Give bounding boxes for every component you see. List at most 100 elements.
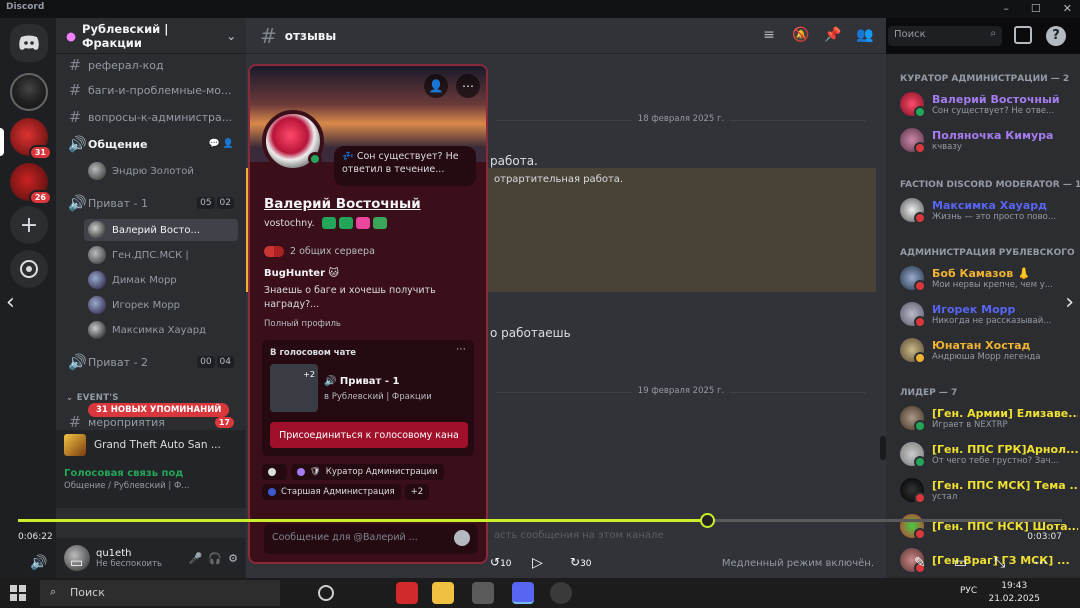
gear-icon[interactable]: ⚙ [228,552,238,565]
inbox-icon[interactable] [1014,26,1032,44]
member-item[interactable]: [Ген.Враг] ГЗ МСК] ... [900,544,1078,576]
channel-referral[interactable]: # реферал-код [62,54,240,76]
clock[interactable]: 19:43 21.02.2025 [988,580,1040,605]
taskbar-search[interactable]: ⌕ Поиск [40,580,280,606]
voice-location[interactable]: Общение / Рублевский | Ф... [64,481,238,491]
avatar [900,266,926,292]
more-options-icon[interactable]: ⋯ [456,74,480,98]
join-voice-button[interactable]: Присоединиться к голосовому кана [270,422,468,448]
voice-connection-panel: Голосовая связь под Общение / Рублевский… [56,460,246,508]
badge-icon[interactable] [373,217,387,229]
video-timeline[interactable] [18,513,1062,528]
timeline-thumb[interactable] [700,513,716,528]
voice-user[interactable]: Игорек Морр [84,294,238,316]
voice-user[interactable]: Эндрю Золотой [84,160,238,182]
server-icon-1[interactable] [10,73,48,111]
minimize-icon[interactable]: – [1003,2,1009,15]
yandex-browser-icon[interactable] [396,582,418,604]
member-item[interactable]: Юнатан Хостад Андрюша Морр легенда [900,334,1078,366]
member-item[interactable]: [Ген. ППС МСК] Тема ... устал [900,474,1078,506]
notifications-muted-icon[interactable]: 🔕 [792,26,810,44]
subtitles-icon[interactable]: ▭ [70,555,83,571]
voice-channel-private2[interactable]: 🔊 Приват - 2 00 04 [62,351,240,373]
voice-user[interactable]: Максимка Хауард [84,319,238,341]
clock-date: 21.02.2025 [988,593,1040,604]
badge-icon[interactable] [339,217,353,229]
status-emoji-icon: 💤 [342,151,357,162]
close-icon[interactable]: ✕ [1063,2,1072,15]
member-item[interactable]: Боб Камазов 👃 Мои нервы крепче, чем у... [900,262,1078,294]
member-item[interactable]: [Ген. ППС ГРК]Арнол... От чего тебе груст… [900,438,1078,470]
add-server-button[interactable]: + [10,206,48,244]
app-taskbar-icon[interactable] [550,582,572,604]
server-icon-3[interactable]: 26 [10,163,52,205]
file-explorer-icon[interactable] [432,582,454,604]
timeline-progress [18,519,708,522]
guild-header[interactable]: ● Рублевский | Фракции ⌄ [56,18,246,54]
chevron-right-icon[interactable]: › [1065,290,1074,315]
member-category: ЛИДЕР — 7 [900,388,958,398]
member-item[interactable]: Игорек Морр Никогда не рассказывай... [900,298,1078,330]
task-view-icon[interactable] [318,585,334,601]
skip-forward-button[interactable]: ↻30 [570,555,592,569]
hash-icon: # [68,108,82,126]
member-item[interactable]: [Ген. Армии] Елизаве... Играет в NEXTRP [900,402,1078,434]
threads-icon[interactable]: ≡ [760,26,778,44]
headphones-icon[interactable]: 🎧 [208,552,222,565]
home-button[interactable] [10,24,48,62]
chevron-left-icon[interactable]: ‹ [6,290,15,315]
mute-icon[interactable]: 🎤 [189,552,203,565]
search-input[interactable]: Поиск ⌕ [888,26,1002,46]
channel-questions[interactable]: # вопросы-к-администра... [62,106,240,128]
language-indicator[interactable]: РУС [960,586,977,596]
profile-avatar[interactable] [262,110,324,172]
voice-user[interactable]: Валерий Восто... [84,219,238,241]
maximize-icon[interactable]: ☐ [1031,2,1041,15]
member-item[interactable]: Валерий Восточный Сон существует? Не отве… [900,88,1078,120]
role-chip[interactable] [262,464,287,480]
miniplayer-icon[interactable]: ▭ [954,555,967,571]
category-events[interactable]: ⌄ EVENT'S [66,393,119,403]
full-profile-link[interactable]: Полный профиль [264,319,341,329]
more-options-icon[interactable]: ⋯ [1034,555,1048,571]
more-options-icon[interactable]: ⋯ [456,344,466,355]
store-icon[interactable] [472,582,494,604]
role-chip[interactable]: Старшая Администрация [262,484,401,500]
member-item[interactable]: Максимка Хауард Жизнь — это просто пово..… [900,194,1078,226]
discord-taskbar-icon[interactable] [512,582,534,604]
voice-channel-name: 🔊 Приват - 1 [324,376,400,387]
add-friend-icon[interactable]: 👤 [424,74,448,98]
voice-channel-general[interactable]: 🔊 Общение 💬 👤 [62,133,240,155]
message-text: работа. [490,154,538,168]
fullscreen-icon[interactable]: ⤡ [994,555,1005,571]
pin-icon[interactable]: 📌 [824,26,842,44]
emoji-icon[interactable] [454,530,470,546]
mention-badge: 17 [214,416,234,428]
profile-popout: 👤 ⋯ 💤 Сон существует? Не ответил в течен… [248,64,488,564]
badge-icon[interactable] [322,217,336,229]
play-icon[interactable]: ▷ [532,555,543,571]
volume-icon[interactable]: 🔊 [30,555,47,571]
voice-user[interactable]: Димак Морр [84,269,238,291]
voice-user[interactable]: Ген.ДПС.МСК | [84,244,238,266]
server-icon-2[interactable]: 31 [10,118,52,160]
mutual-servers[interactable]: 2 общих сервера [264,246,375,257]
edit-icon[interactable]: ✎ [914,555,926,571]
profile-display-name[interactable]: Валерий Восточный [264,196,421,212]
explore-servers-button[interactable] [10,250,48,288]
members-icon[interactable]: 👥 [856,26,874,44]
message-input[interactable]: Сообщение для @Валерий ... [264,524,478,554]
badge-icon[interactable] [356,217,370,229]
skip-back-button[interactable]: ↺10 [490,555,512,569]
role-chip[interactable]: 🛡 Куратор Администрации [291,464,444,480]
help-icon[interactable]: ? [1046,26,1066,46]
member-item[interactable]: Поляночка Кимура кчвазу [900,124,1078,156]
new-mentions-pill[interactable]: 31 НОВЫХ УПОМИНАНИЙ [88,403,230,417]
voice-channel-private1[interactable]: 🔊 Приват - 1 05 02 [62,192,240,214]
role-list: 🛡 Куратор Администрации Старшая Администр… [262,464,478,500]
channel-bugs[interactable]: # баги-и-проблемные-мо... [62,79,240,101]
more-roles-chip[interactable]: +2 [404,484,430,500]
activity-panel[interactable]: Grand Theft Auto San ... [56,430,246,460]
windows-start-icon[interactable] [10,585,26,601]
speaker-icon: 🔊 [68,194,87,212]
